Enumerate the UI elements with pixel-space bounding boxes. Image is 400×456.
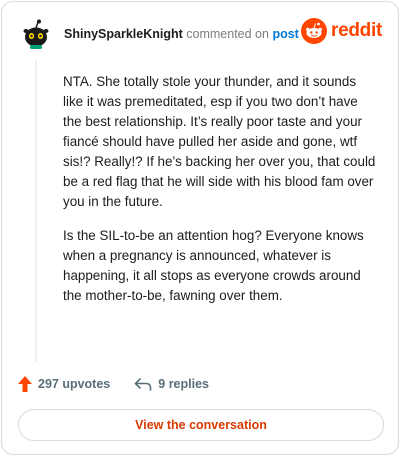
replies-count: 9 replies bbox=[158, 377, 209, 391]
view-conversation-button[interactable]: View the conversation bbox=[18, 409, 384, 441]
username-link[interactable]: ShinySparkleKnight bbox=[64, 27, 183, 41]
upvote-button[interactable]: 297 upvotes bbox=[18, 376, 110, 392]
comment-actions: 297 upvotes 9 replies bbox=[18, 374, 233, 394]
comment-meta: ShinySparkleKnight commented on post bbox=[64, 27, 299, 41]
comment-card: ShinySparkleKnight commented on post red… bbox=[1, 1, 399, 455]
replies-button[interactable]: 9 replies bbox=[134, 377, 209, 391]
comment-paragraph-2: Is the SIL-to-be an attention hog? Every… bbox=[63, 228, 364, 303]
action-text: commented on bbox=[186, 27, 269, 41]
thread-line bbox=[35, 60, 37, 362]
reply-arrow-icon bbox=[134, 378, 152, 391]
post-link[interactable]: post bbox=[272, 27, 298, 41]
reddit-wordmark: reddit bbox=[331, 20, 382, 41]
snoo-avatar-icon[interactable] bbox=[18, 18, 54, 50]
upvote-count: 297 upvotes bbox=[38, 377, 111, 391]
upvote-arrow-icon bbox=[18, 376, 32, 392]
comment-header: ShinySparkleKnight commented on post red… bbox=[18, 16, 382, 52]
reddit-logo[interactable]: reddit bbox=[301, 18, 382, 44]
reddit-logo-icon bbox=[301, 18, 328, 44]
comment-body: NTA. She totally stole your thunder, and… bbox=[63, 72, 379, 320]
comment-paragraph-1: NTA. She totally stole your thunder, and… bbox=[63, 74, 376, 209]
